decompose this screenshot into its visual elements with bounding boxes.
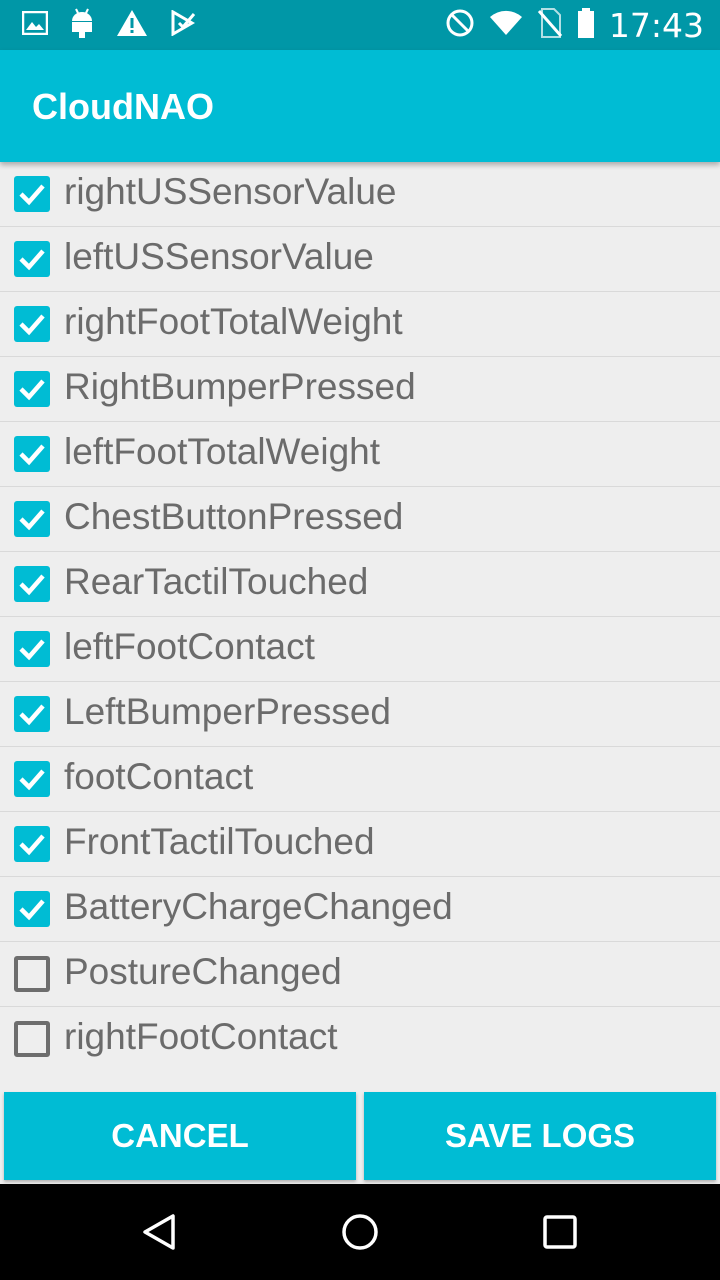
option-label: footContact [64,756,254,797]
option-label: RightBumperPressed [64,366,416,407]
warning-icon [116,9,148,41]
option-row[interactable]: leftFootContact [0,617,720,682]
checkbox-unchecked[interactable] [14,1021,50,1057]
option-row[interactable]: rightFootTotalWeight [0,292,720,357]
option-label: leftFootContact [64,626,315,667]
checkbox-checked[interactable] [14,761,50,797]
option-row[interactable]: leftFootTotalWeight [0,422,720,487]
system-icons: 17:43 [445,5,704,45]
option-label: PostureChanged [64,951,342,992]
checkbox-checked[interactable] [14,176,50,212]
checkmark-icon [19,769,45,791]
option-row[interactable]: RightBumperPressed [0,357,720,422]
app-bar: CloudNAO [0,50,720,162]
checkbox-checked[interactable] [14,241,50,277]
save-logs-button[interactable]: SAVE LOGS [364,1092,716,1180]
app-title: CloudNAO [32,86,214,127]
android-icon [70,8,94,42]
sensor-option-list[interactable]: rightUSSensorValue leftUSSensorValue right… [0,162,720,1058]
notification-icons [21,8,196,42]
option-label: leftUSSensorValue [64,236,374,277]
checkbox-checked[interactable] [14,566,50,602]
checkbox-checked[interactable] [14,826,50,862]
checkmark-icon [19,314,45,336]
option-row[interactable]: leftUSSensorValue [0,227,720,292]
checkmark-icon [19,509,45,531]
checkmark-icon [19,574,45,596]
battery-icon [577,8,595,42]
option-row[interactable]: rightFootContact [0,1007,720,1058]
status-bar: 17:43 [0,0,720,50]
cancel-button[interactable]: CANCEL [4,1092,356,1180]
recents-icon[interactable] [542,1214,578,1254]
option-label: ChestButtonPressed [64,496,404,537]
navigation-bar [0,1184,720,1280]
option-row[interactable]: LeftBumperPressed [0,682,720,747]
option-label: LeftBumperPressed [64,691,392,732]
image-icon [21,10,49,39]
no-sim-icon [537,8,563,42]
option-row[interactable]: rightUSSensorValue [0,162,720,227]
checkbox-checked[interactable] [14,631,50,667]
checkmark-icon [19,184,45,206]
option-label: BatteryChargeChanged [64,886,453,927]
option-label: rightFootTotalWeight [64,301,403,342]
checkbox-unchecked[interactable] [14,956,50,992]
checkbox-checked[interactable] [14,696,50,732]
checkbox-checked[interactable] [14,306,50,342]
checkmark-icon [19,249,45,271]
option-label: FrontTactilTouched [64,821,375,862]
wifi-icon [489,10,523,40]
option-row[interactable]: FrontTactilTouched [0,812,720,877]
checkmark-icon [19,639,45,661]
option-row[interactable]: ChestButtonPressed [0,487,720,552]
checkbox-checked[interactable] [14,436,50,472]
option-label: RearTactilTouched [64,561,369,602]
checkbox-checked[interactable] [14,891,50,927]
back-icon[interactable] [140,1212,180,1256]
option-row[interactable]: footContact [0,747,720,812]
check-app-icon [170,9,196,40]
option-row[interactable]: PostureChanged [0,942,720,1007]
option-row[interactable]: BatteryChargeChanged [0,877,720,942]
option-row[interactable]: RearTactilTouched [0,552,720,617]
checkmark-icon [19,899,45,921]
checkbox-checked[interactable] [14,371,50,407]
option-label: leftFootTotalWeight [64,431,381,472]
checkbox-checked[interactable] [14,501,50,537]
option-label: rightUSSensorValue [64,171,397,212]
checkmark-icon [19,704,45,726]
checkmark-icon [19,834,45,856]
option-label: rightFootContact [64,1016,338,1057]
status-time: 17:43 [608,5,704,45]
home-icon[interactable] [340,1212,380,1256]
checkmark-icon [19,379,45,401]
checkmark-icon [19,444,45,466]
do-not-disturb-icon [445,8,475,42]
